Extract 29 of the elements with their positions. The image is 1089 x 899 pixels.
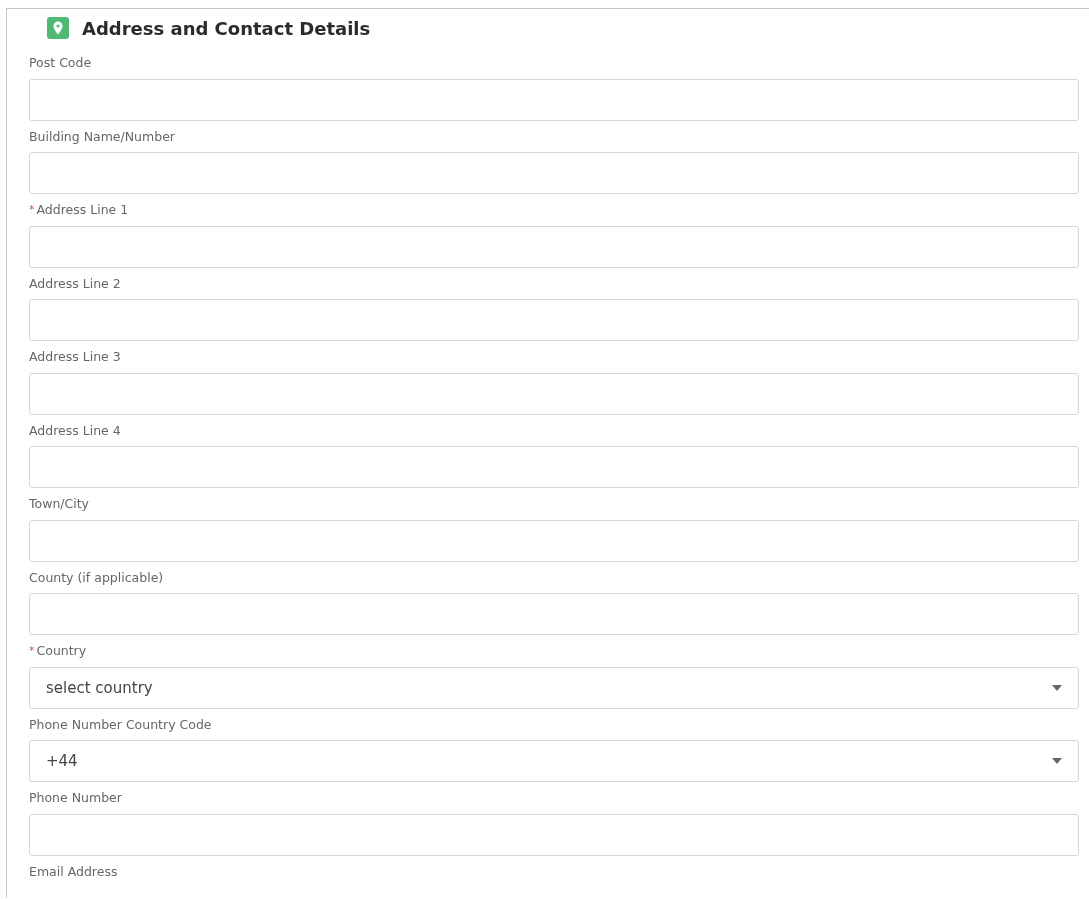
input-field[interactable] [29, 593, 1079, 635]
input-field[interactable] [29, 225, 1079, 268]
input-field[interactable] [29, 519, 1079, 562]
field-label: Country [36, 643, 87, 659]
field-label: Address Line 3 [29, 349, 121, 365]
field-label: Post Code [29, 55, 92, 71]
field-label: Town/City [29, 496, 90, 512]
input-field[interactable] [29, 78, 1079, 121]
field-label: Address Line 4 [29, 422, 121, 438]
input-field[interactable] [29, 299, 1079, 341]
input-field[interactable] [29, 152, 1079, 194]
field-label: Phone Number Country Code [29, 716, 212, 732]
select-field[interactable]: select country [29, 666, 1079, 709]
section-title: Address and Contact Details [82, 17, 371, 39]
required-mark: * [29, 644, 35, 658]
field-label: Address Line 2 [29, 275, 121, 291]
field-label: Email Address [29, 863, 118, 879]
caret-icon [1052, 758, 1062, 764]
select-field[interactable]: +44 [29, 740, 1079, 782]
location-pin-icon [47, 17, 69, 39]
field-label: Phone Number [29, 790, 122, 806]
field-label: Building Name/Number [29, 128, 175, 144]
input-field[interactable] [29, 813, 1079, 856]
input-field[interactable] [29, 446, 1079, 488]
required-mark: * [29, 203, 35, 217]
input-field[interactable] [29, 372, 1079, 415]
field-label: County (if applicable) [29, 569, 164, 585]
field-label: Address Line 1 [36, 202, 129, 218]
caret-icon [1052, 684, 1062, 691]
